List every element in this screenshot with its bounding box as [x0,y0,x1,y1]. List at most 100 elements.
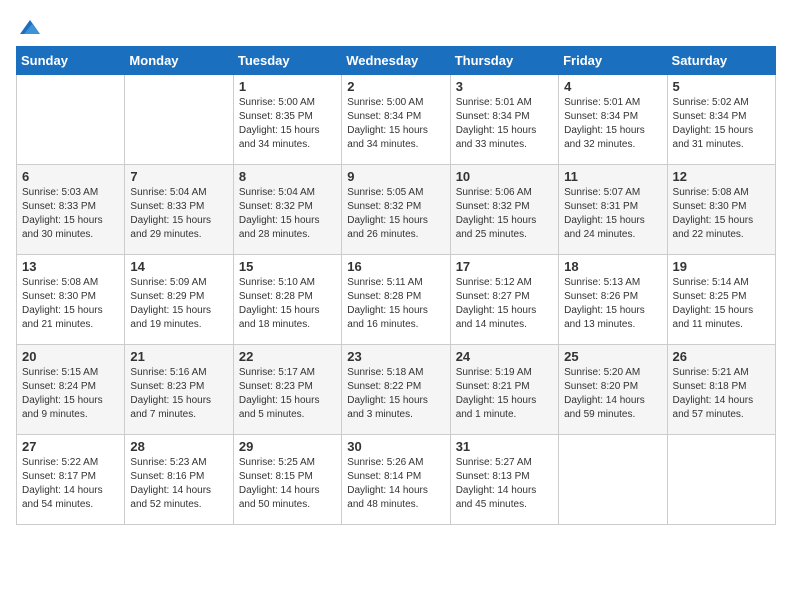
day-number: 21 [130,349,227,364]
day-number: 10 [456,169,553,184]
day-number: 2 [347,79,444,94]
calendar-week-5: 27 Sunrise: 5:22 AMSunset: 8:17 PMDayligh… [17,435,776,525]
calendar-cell: 1 Sunrise: 5:00 AMSunset: 8:35 PMDaylight… [233,75,341,165]
day-info: Sunrise: 5:18 AMSunset: 8:22 PMDaylight:… [347,366,444,422]
day-info: Sunrise: 5:06 AMSunset: 8:32 PMDaylight:… [456,186,553,242]
calendar-week-3: 13 Sunrise: 5:08 AMSunset: 8:30 PMDayligh… [17,255,776,345]
calendar-cell: 21 Sunrise: 5:16 AMSunset: 8:23 PMDayligh… [125,345,233,435]
calendar-cell: 19 Sunrise: 5:14 AMSunset: 8:25 PMDayligh… [667,255,775,345]
calendar-cell: 16 Sunrise: 5:11 AMSunset: 8:28 PMDayligh… [342,255,450,345]
day-info: Sunrise: 5:11 AMSunset: 8:28 PMDaylight:… [347,276,444,332]
day-info: Sunrise: 5:10 AMSunset: 8:28 PMDaylight:… [239,276,336,332]
day-info: Sunrise: 5:14 AMSunset: 8:25 PMDaylight:… [673,276,770,332]
calendar-cell: 5 Sunrise: 5:02 AMSunset: 8:34 PMDaylight… [667,75,775,165]
day-info: Sunrise: 5:00 AMSunset: 8:35 PMDaylight:… [239,96,336,152]
logo-icon [18,16,42,40]
day-info: Sunrise: 5:26 AMSunset: 8:14 PMDaylight:… [347,456,444,512]
day-info: Sunrise: 5:22 AMSunset: 8:17 PMDaylight:… [22,456,119,512]
day-number: 6 [22,169,119,184]
calendar-cell: 6 Sunrise: 5:03 AMSunset: 8:33 PMDaylight… [17,165,125,255]
day-info: Sunrise: 5:00 AMSunset: 8:34 PMDaylight:… [347,96,444,152]
calendar-table: SundayMondayTuesdayWednesdayThursdayFrid… [16,46,776,525]
day-number: 20 [22,349,119,364]
day-number: 27 [22,439,119,454]
day-info: Sunrise: 5:12 AMSunset: 8:27 PMDaylight:… [456,276,553,332]
day-number: 22 [239,349,336,364]
calendar-cell: 17 Sunrise: 5:12 AMSunset: 8:27 PMDayligh… [450,255,558,345]
day-number: 7 [130,169,227,184]
day-info: Sunrise: 5:16 AMSunset: 8:23 PMDaylight:… [130,366,227,422]
header-monday: Monday [125,47,233,75]
calendar-cell: 4Sunrise: 5:01 AMSunset: 8:34 PMDaylight… [559,75,667,165]
day-info: Sunrise: 5:19 AMSunset: 8:21 PMDaylight:… [456,366,553,422]
day-number: 12 [673,169,770,184]
day-number: 8 [239,169,336,184]
calendar-cell [667,435,775,525]
header-sunday: Sunday [17,47,125,75]
calendar-cell: 24 Sunrise: 5:19 AMSunset: 8:21 PMDayligh… [450,345,558,435]
page-header [16,16,776,34]
calendar-cell [125,75,233,165]
day-number: 31 [456,439,553,454]
day-number: 26 [673,349,770,364]
calendar-cell: 11Sunrise: 5:07 AMSunset: 8:31 PMDayligh… [559,165,667,255]
calendar-cell: 13 Sunrise: 5:08 AMSunset: 8:30 PMDayligh… [17,255,125,345]
day-info: Sunrise: 5:08 AMSunset: 8:30 PMDaylight:… [22,276,119,332]
calendar-week-2: 6 Sunrise: 5:03 AMSunset: 8:33 PMDaylight… [17,165,776,255]
day-number: 5 [673,79,770,94]
day-info: Sunrise: 5:02 AMSunset: 8:34 PMDaylight:… [673,96,770,152]
calendar-week-1: 1 Sunrise: 5:00 AMSunset: 8:35 PMDaylight… [17,75,776,165]
calendar-cell: 27 Sunrise: 5:22 AMSunset: 8:17 PMDayligh… [17,435,125,525]
header-thursday: Thursday [450,47,558,75]
day-number: 17 [456,259,553,274]
day-number: 15 [239,259,336,274]
day-number: 13 [22,259,119,274]
day-info: Sunrise: 5:15 AMSunset: 8:24 PMDaylight:… [22,366,119,422]
day-info: Sunrise: 5:13 AMSunset: 8:26 PMDaylight:… [564,276,661,332]
day-number: 29 [239,439,336,454]
calendar-cell: 23 Sunrise: 5:18 AMSunset: 8:22 PMDayligh… [342,345,450,435]
calendar-cell: 22Sunrise: 5:17 AMSunset: 8:23 PMDayligh… [233,345,341,435]
calendar-cell: 28 Sunrise: 5:23 AMSunset: 8:16 PMDayligh… [125,435,233,525]
calendar-cell: 8 Sunrise: 5:04 AMSunset: 8:32 PMDaylight… [233,165,341,255]
calendar-week-4: 20 Sunrise: 5:15 AMSunset: 8:24 PMDayligh… [17,345,776,435]
calendar-cell: 2 Sunrise: 5:00 AMSunset: 8:34 PMDaylight… [342,75,450,165]
day-info: Sunrise: 5:04 AMSunset: 8:32 PMDaylight:… [239,186,336,242]
day-info: Sunrise: 5:01 AMSunset: 8:34 PMDaylight:… [456,96,553,152]
logo [16,16,42,34]
calendar-cell: 25Sunrise: 5:20 AMSunset: 8:20 PMDayligh… [559,345,667,435]
day-number: 9 [347,169,444,184]
day-info: Sunrise: 5:07 AMSunset: 8:31 PMDaylight:… [564,186,661,242]
day-info: Sunrise: 5:08 AMSunset: 8:30 PMDaylight:… [673,186,770,242]
calendar-cell: 20 Sunrise: 5:15 AMSunset: 8:24 PMDayligh… [17,345,125,435]
calendar-cell: 29Sunrise: 5:25 AMSunset: 8:15 PMDayligh… [233,435,341,525]
header-wednesday: Wednesday [342,47,450,75]
day-info: Sunrise: 5:23 AMSunset: 8:16 PMDaylight:… [130,456,227,512]
calendar-header-row: SundayMondayTuesdayWednesdayThursdayFrid… [17,47,776,75]
day-number: 14 [130,259,227,274]
day-number: 28 [130,439,227,454]
calendar-cell: 26Sunrise: 5:21 AMSunset: 8:18 PMDayligh… [667,345,775,435]
day-number: 1 [239,79,336,94]
calendar-cell: 14 Sunrise: 5:09 AMSunset: 8:29 PMDayligh… [125,255,233,345]
day-number: 3 [456,79,553,94]
day-info: Sunrise: 5:03 AMSunset: 8:33 PMDaylight:… [22,186,119,242]
calendar-cell: 9 Sunrise: 5:05 AMSunset: 8:32 PMDaylight… [342,165,450,255]
day-number: 23 [347,349,444,364]
header-friday: Friday [559,47,667,75]
day-number: 19 [673,259,770,274]
day-info: Sunrise: 5:04 AMSunset: 8:33 PMDaylight:… [130,186,227,242]
calendar-cell: 18Sunrise: 5:13 AMSunset: 8:26 PMDayligh… [559,255,667,345]
calendar-cell: 15 Sunrise: 5:10 AMSunset: 8:28 PMDayligh… [233,255,341,345]
day-info: Sunrise: 5:20 AMSunset: 8:20 PMDaylight:… [564,366,661,422]
calendar-cell: 12 Sunrise: 5:08 AMSunset: 8:30 PMDayligh… [667,165,775,255]
day-info: Sunrise: 5:05 AMSunset: 8:32 PMDaylight:… [347,186,444,242]
calendar-cell [17,75,125,165]
day-info: Sunrise: 5:01 AMSunset: 8:34 PMDaylight:… [564,96,661,152]
calendar-cell: 31Sunrise: 5:27 AMSunset: 8:13 PMDayligh… [450,435,558,525]
day-number: 16 [347,259,444,274]
day-number: 30 [347,439,444,454]
day-number: 24 [456,349,553,364]
calendar-cell [559,435,667,525]
day-info: Sunrise: 5:09 AMSunset: 8:29 PMDaylight:… [130,276,227,332]
